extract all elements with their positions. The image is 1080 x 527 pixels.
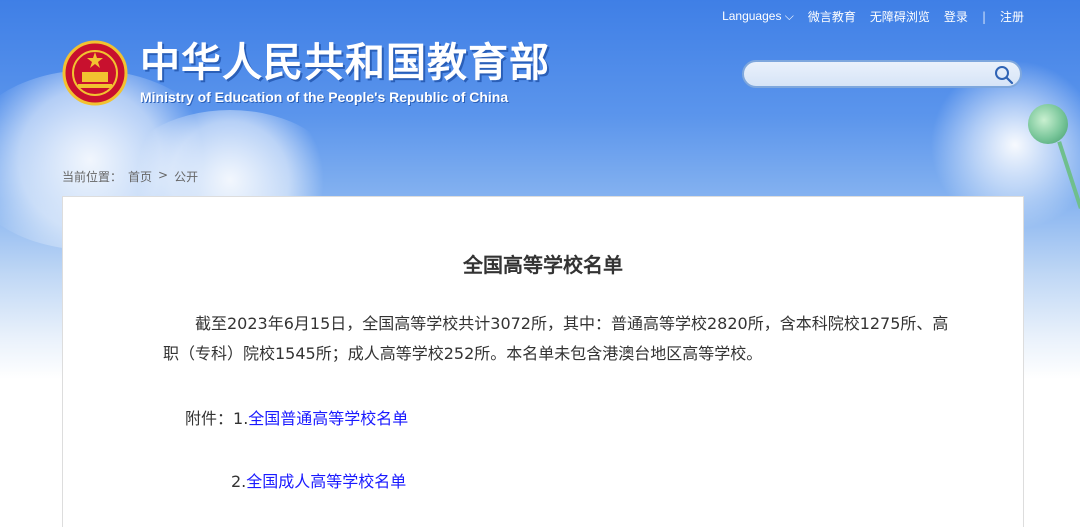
article-body: 截至2023年6月15日，全国高等学校共计3072所，其中：普通高等学校2820…: [163, 314, 949, 363]
article-panel: 全国高等学校名单 截至2023年6月15日，全国高等学校共计3072所，其中：普…: [62, 196, 1024, 527]
attachments-label: 附件：: [185, 409, 234, 428]
breadcrumb-prefix: 当前位置：: [62, 170, 123, 184]
search-icon[interactable]: [994, 65, 1014, 85]
accessibility-link[interactable]: 无障碍浏览: [870, 8, 930, 25]
attachment-number: 1.: [233, 409, 249, 428]
breadcrumb: 当前位置： 首页 > 公开: [62, 168, 198, 185]
site-logo[interactable]: 中华人民共和国教育部 Ministry of Education of the …: [62, 40, 550, 106]
attachment-link-adult[interactable]: 全国成人高等学校名单: [246, 472, 406, 491]
login-link[interactable]: 登录: [944, 8, 968, 25]
site-title-en: Ministry of Education of the People's Re…: [140, 89, 509, 105]
weiyan-link[interactable]: 微言教育: [808, 8, 856, 25]
breadcrumb-current[interactable]: 公开: [174, 168, 198, 185]
article-title: 全国高等学校名单: [463, 253, 623, 277]
national-emblem-icon: [62, 40, 128, 106]
languages-link[interactable]: Languages ⌵: [722, 9, 794, 24]
attachment-row: 2.全国成人高等学校名单: [231, 468, 406, 492]
top-links-bar: Languages ⌵ 微言教育 无障碍浏览 登录 | 注册: [722, 8, 1024, 25]
attachment-number: 2.: [231, 472, 247, 491]
register-link[interactable]: 注册: [1000, 8, 1024, 25]
site-title-cn: 中华人民共和国教育部: [140, 40, 550, 86]
dandelion-head: [1028, 104, 1068, 144]
breadcrumb-separator: >: [158, 168, 169, 182]
search-input[interactable]: [742, 60, 1022, 88]
divider: |: [981, 9, 986, 24]
breadcrumb-home[interactable]: 首页: [128, 168, 152, 185]
attachment-link-regular[interactable]: 全国普通高等学校名单: [248, 409, 408, 428]
attachment-row: 附件：1.全国普通高等学校名单: [185, 405, 408, 429]
